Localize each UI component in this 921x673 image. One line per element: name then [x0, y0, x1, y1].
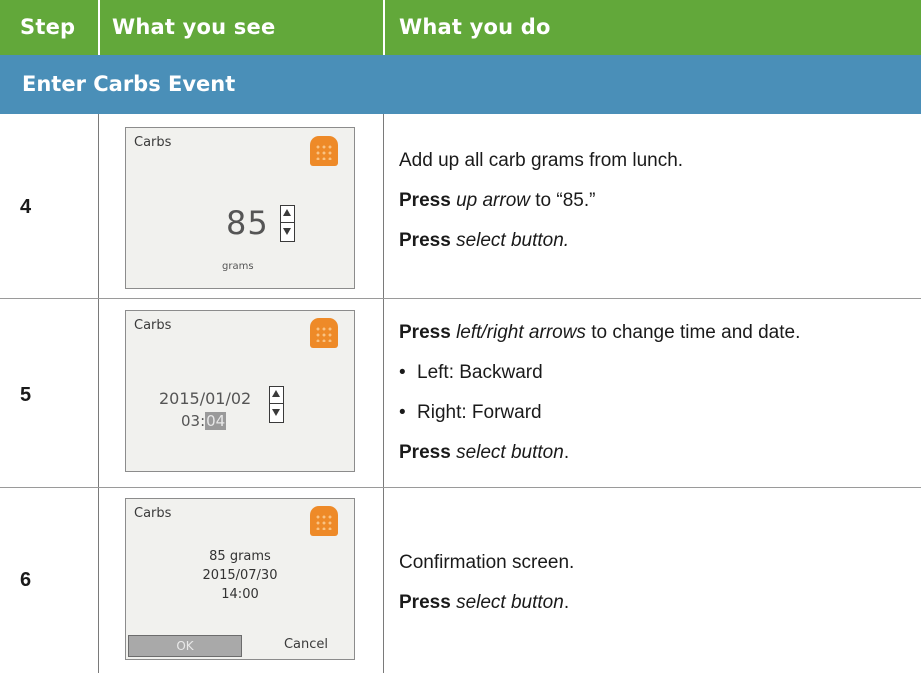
- screen-title: Carbs: [134, 135, 172, 150]
- device-screen: Carbs 85 grams 2015/07/30 14:00 OK Cance…: [125, 498, 355, 660]
- column-divider: [383, 114, 384, 673]
- up-down-arrows: [269, 386, 284, 423]
- instruction-line: Press up arrow to “85.”: [399, 190, 596, 211]
- device-screen: Carbs 2015/01/02 03:04: [125, 310, 355, 472]
- step-number: 4: [20, 196, 32, 218]
- row-divider: [0, 487, 921, 488]
- down-arrow-icon: [283, 228, 291, 235]
- cancel-button[interactable]: Cancel: [264, 635, 348, 655]
- instruction-line: Press select button.: [399, 442, 570, 463]
- up-arrow-icon: [272, 390, 280, 397]
- instruction-line: Press left/right arrows to change time a…: [399, 322, 801, 343]
- instruction-line: Press select button.: [399, 230, 570, 251]
- step-number: 6: [20, 569, 32, 591]
- device-screen: Carbs 85 grams: [125, 127, 355, 289]
- step-number: 5: [20, 384, 32, 406]
- table-header: Step What you see What you do: [0, 0, 921, 55]
- up-arrow-icon: [283, 209, 291, 216]
- confirm-amount: 85 grams: [209, 549, 271, 564]
- down-arrow-icon: [272, 409, 280, 416]
- header-what-you-see: What you see: [112, 15, 276, 39]
- header-step: Step: [20, 15, 76, 39]
- row-divider: [0, 298, 921, 299]
- header-divider: [383, 0, 385, 55]
- confirm-date: 2015/07/30: [202, 568, 278, 583]
- selected-minutes: 04: [205, 412, 227, 430]
- header-what-you-do: What you do: [399, 15, 551, 39]
- screen-title: Carbs: [134, 506, 172, 521]
- carbs-time: 03:04: [181, 412, 227, 430]
- section-bar: Enter Carbs Event: [0, 55, 921, 114]
- bread-icon: [310, 318, 338, 348]
- column-divider: [98, 114, 99, 673]
- ok-button[interactable]: OK: [128, 635, 242, 657]
- section-title: Enter Carbs Event: [22, 72, 236, 96]
- bullet-item: • Right: Forward: [399, 402, 542, 423]
- instruction-line: Add up all carb grams from lunch.: [399, 150, 684, 171]
- confirm-time: 14:00: [221, 587, 259, 602]
- instruction-line: Press select button.: [399, 592, 570, 613]
- header-divider: [98, 0, 100, 55]
- screen-title: Carbs: [134, 318, 172, 333]
- bread-icon: [310, 136, 338, 166]
- instruction-line: Confirmation screen.: [399, 552, 575, 573]
- bread-icon: [310, 506, 338, 536]
- up-down-arrows: [280, 205, 295, 242]
- bullet-item: • Left: Backward: [399, 362, 543, 383]
- carbs-value: 85: [226, 204, 269, 242]
- carbs-date: 2015/01/02: [159, 389, 252, 408]
- carbs-unit: grams: [222, 261, 254, 272]
